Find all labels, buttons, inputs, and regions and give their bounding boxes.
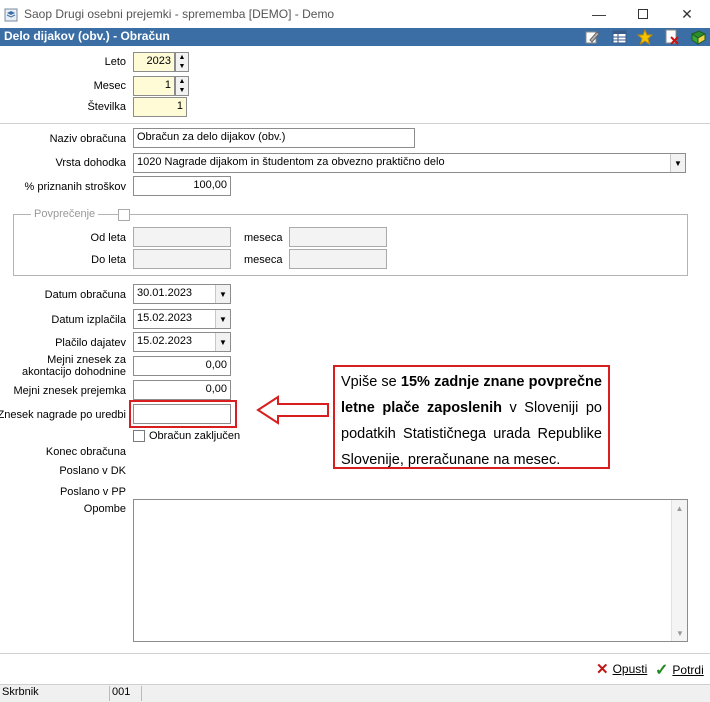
stroski-input[interactable]: 100,00: [133, 176, 231, 196]
do-leta-label: Do leta: [91, 254, 126, 266]
cancel-button[interactable]: ✕ Opusti: [596, 660, 647, 678]
opombe-textarea[interactable]: [133, 499, 688, 642]
znesek-nagrade-input[interactable]: [133, 404, 231, 424]
mejni-akontacija-input[interactable]: 0,00: [133, 356, 231, 376]
placilo-dajatev-label: Plačilo dajatev: [55, 337, 126, 349]
od-leta-label: Od leta: [90, 232, 126, 244]
star-icon[interactable]: [637, 29, 653, 45]
spin-down-icon[interactable]: ▼: [176, 86, 188, 95]
znesek-nagrade-label: Znesek nagrade po uredbi: [0, 409, 126, 421]
maximize-button[interactable]: [620, 0, 666, 28]
table-icon[interactable]: [612, 29, 628, 45]
scroll-up-icon[interactable]: ▲: [672, 500, 687, 513]
poslano-dk-label: Poslano v DK: [59, 465, 126, 477]
konec-obracuna-label: Konec obračuna: [45, 446, 126, 458]
mesec-label: Mesec: [93, 80, 126, 92]
povprecenje-checkbox[interactable]: [118, 209, 130, 221]
status-empty: [141, 686, 710, 701]
book-icon[interactable]: [690, 29, 706, 45]
close-icon: ✕: [681, 5, 693, 22]
obracun-zakljucen-label: Obračun zaključen: [149, 430, 241, 442]
mejni-prejemka-input[interactable]: 0,00: [133, 380, 231, 400]
mesec-input[interactable]: 1: [133, 76, 175, 96]
separator: [0, 653, 710, 654]
poslano-pp-label: Poslano v PP: [59, 486, 126, 498]
datum-obracuna-value: 30.01.2023: [137, 287, 193, 299]
status-user: Skrbnik: [2, 686, 39, 698]
opombe-label: Opombe: [83, 503, 126, 515]
stroski-label: % priznanih stroškov: [24, 181, 127, 193]
spin-up-icon[interactable]: ▲: [176, 53, 188, 62]
maximize-icon: [638, 9, 648, 19]
spin-down-icon[interactable]: ▼: [176, 62, 188, 71]
datum-izplacila-label: Datum izplačila: [51, 314, 126, 326]
do-meseca-input[interactable]: [289, 249, 387, 269]
od-leta-input[interactable]: [133, 227, 231, 247]
vrsta-label: Vrsta dohodka: [55, 157, 126, 169]
app-icon: [4, 8, 18, 22]
edit-icon[interactable]: [584, 29, 600, 45]
od-meseca-input[interactable]: [289, 227, 387, 247]
confirm-button[interactable]: ✓ Potrdi: [655, 660, 704, 680]
scroll-down-icon[interactable]: ▼: [672, 629, 688, 638]
confirm-button-label: Potrdi: [672, 663, 704, 677]
mejni-prejemka-label: Mejni znesek prejemka: [13, 385, 127, 397]
stevilka-input[interactable]: 1: [133, 97, 187, 117]
separator: [0, 123, 710, 124]
vrsta-value: 1020 Nagrade dijakom in študentom za obv…: [137, 156, 445, 168]
obracun-zakljucen-checkbox[interactable]: [133, 430, 145, 442]
close-button[interactable]: ✕: [664, 0, 710, 28]
mejni-akontacija-label: Mejni znesek za akontacijo dohodnine: [22, 354, 126, 378]
calendar-dropdown-icon[interactable]: ▼: [215, 285, 230, 303]
naziv-input[interactable]: Obračun za delo dijakov (obv.): [133, 128, 415, 148]
calendar-dropdown-icon[interactable]: ▼: [215, 333, 230, 351]
vrsta-select[interactable]: 1020 Nagrade dijakom in študentom za obv…: [133, 153, 686, 173]
arrow-left-icon: [256, 395, 329, 425]
opombe-scrollbar[interactable]: ▲ ▼: [671, 500, 687, 641]
checkmark-icon: ✓: [655, 662, 669, 679]
povprecenje-label: Povprečenje: [31, 208, 99, 220]
delete-icon[interactable]: [664, 29, 680, 45]
datum-obracuna-label: Datum obračuna: [44, 289, 126, 301]
minimize-icon: —: [592, 6, 606, 22]
stevilka-label: Številka: [87, 101, 126, 113]
cancel-button-label: Opusti: [612, 662, 648, 676]
info-callout: Vpiše se 15% zadnje znane povprečne letn…: [333, 365, 610, 469]
calendar-dropdown-icon[interactable]: ▼: [215, 310, 230, 328]
status-code: 001: [109, 686, 141, 701]
leto-label: Leto: [104, 56, 126, 68]
leto-input[interactable]: 2023: [133, 52, 175, 72]
spin-up-icon[interactable]: ▲: [176, 77, 188, 86]
mesec-spinner[interactable]: ▲ ▼: [175, 76, 189, 96]
leto-spinner[interactable]: ▲ ▼: [175, 52, 189, 72]
naziv-label: Naziv obračuna: [49, 133, 126, 145]
do-leta-input[interactable]: [133, 249, 231, 269]
chevron-down-icon[interactable]: ▼: [670, 154, 685, 172]
page-title: Delo dijakov (obv.) - Obračun: [4, 29, 170, 43]
cancel-x-icon: ✕: [596, 661, 609, 678]
placilo-dajatev-value: 15.02.2023: [137, 335, 193, 347]
datum-izplacila-value: 15.02.2023: [137, 312, 193, 324]
window-title: Saop Drugi osebni prejemki - sprememba […: [24, 7, 335, 21]
do-meseca-label: meseca: [244, 254, 283, 266]
minimize-button[interactable]: —: [576, 0, 622, 28]
od-meseca-label: meseca: [244, 232, 283, 244]
